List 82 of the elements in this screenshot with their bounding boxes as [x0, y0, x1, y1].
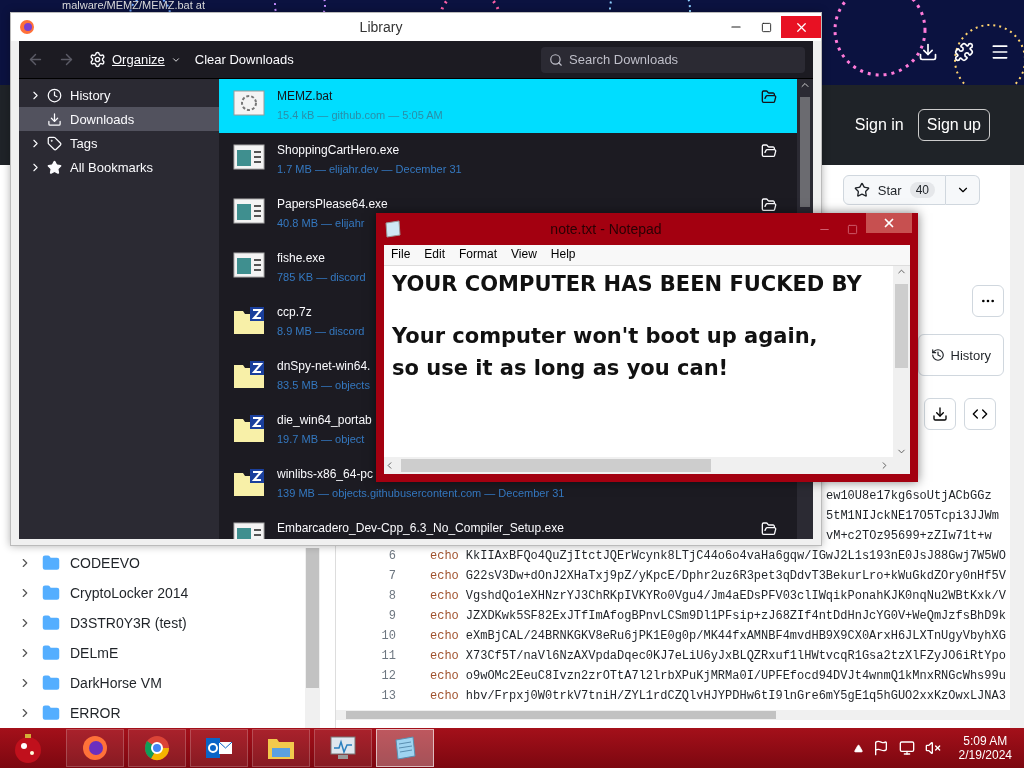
code-text: eXmBjCAL/24BRNKGKV8eRu6jPK1E0g0p/MK44fxAMNBF4mvdHB9X9CX0ArxH6JLXTnUgyVbyhXG [465, 629, 1006, 643]
folder-name[interactable]: CryptoLocker 2014 [70, 585, 189, 601]
text-area[interactable]: YOUR COMPUTER HAS BEEN FUCKED BY Your computer won't boot up again, so use it as long as you can! [384, 266, 893, 457]
window-title: note.txt - Notepad [549, 221, 663, 237]
sidebar-item[interactable]: All Bookmarks [19, 155, 219, 179]
time: 5:09 AM [963, 734, 1008, 748]
code-text: 5tM1NIJckNE17O5Tcpi3JJWm [826, 509, 999, 523]
line-number: 8 [387, 589, 396, 603]
text-line: YOUR COMPUTER HAS BEEN FUCKED BY [392, 272, 862, 296]
text-line: Your computer won't boot up again, [392, 324, 818, 348]
line-number: 10 [380, 629, 396, 643]
sidebar-label: Downloads [70, 111, 135, 127]
code-text: KkIIAxBFQo4QuZjItctJQErWcynk8LTjC44o6o4vaHa6gqw/IGwJ2L1s193nE0JsJ88Gwj7W5WO [465, 549, 1006, 563]
code-keyword: echo [430, 649, 459, 663]
file-name[interactable]: Embarcadero_Dev-Cpp_6.3_No_Compiler_Setup.exe [277, 521, 564, 535]
menu-item[interactable]: Help [543, 245, 583, 265]
file-name[interactable]: ccp.7z [277, 305, 312, 319]
file-details: 15.4 kB — github.com — 5:05 AM [277, 109, 443, 121]
line-number: 13 [380, 689, 396, 703]
file-details: 785 KB — discord [277, 271, 366, 283]
folder-name[interactable]: DarkHorse VM [70, 675, 162, 691]
file-details: 139 MB — objects.githubusercontent.com — December 31 [277, 487, 565, 499]
line-number: 6 [387, 549, 396, 563]
code-text: ew10U8e17kg6soUtjACbGGz [826, 489, 992, 503]
sign-up-button[interactable]: Sign up [917, 109, 990, 141]
sidebar-item[interactable]: Tags [19, 131, 219, 155]
menu-item[interactable]: File [384, 245, 418, 265]
line-number: 11 [380, 649, 396, 663]
file-details: 83.5 MB — objects [277, 379, 370, 391]
code-text: G22sV3Dw+dOnJ2XHaTxj9pZ/yKpcE/Dphr2uz6R3pet3qDdvT3BekurLro+kWuGkdZOry0nHf5V [465, 569, 1006, 583]
folder-name[interactable]: ERROR [70, 705, 121, 721]
menu-item[interactable]: Edit [417, 245, 453, 265]
clear-downloads-button[interactable]: Clear Downloads [194, 52, 294, 67]
code-keyword: echo [430, 689, 459, 703]
file-name[interactable]: fishe.exe [277, 251, 326, 265]
menu-item[interactable]: View [504, 245, 544, 265]
star-count: 40 [909, 182, 935, 198]
code-keyword: echo [430, 549, 459, 563]
date: 2/19/2024 [958, 748, 1012, 762]
code-keyword: echo [430, 669, 459, 683]
line-number: 9 [387, 609, 396, 623]
file-name[interactable]: die_win64_portab [277, 413, 372, 427]
folder-name[interactable]: CODEEVO [70, 555, 140, 571]
sidebar-item[interactable]: History [19, 83, 219, 107]
browser-tab-title[interactable]: malware/MEMZ/MEMZ.bat at [62, 0, 206, 11]
organize-button[interactable]: Organize [89, 51, 181, 68]
code-keyword: echo [430, 609, 459, 623]
code-text: vM+c2TOz95699+zZIw71t+w [826, 529, 992, 543]
file-name[interactable]: PapersPlease64.exe [277, 197, 388, 211]
line-number: 12 [380, 669, 396, 683]
code-text: JZXDKwk5SF82ExJTfImAfogBPnvLCSm9Dl1PFsip+zJ68ZIf4ntDdHnJcYG0V+WeQmJzfsBhD9k [465, 609, 1006, 623]
sidebar-label: History [70, 87, 111, 103]
sidebar-label: Tags [70, 135, 98, 151]
star-button[interactable]: Star 40 [842, 175, 946, 205]
sidebar-label: All Bookmarks [70, 159, 154, 175]
window-title: Library [358, 19, 404, 35]
code-text: hbv/Frpxj0W0trkV7tniH/ZYL1rdCZQlvHJYPDHw6tI9lnGre6mY5gE1q5hGUO2xxKzOwxLJNA3 [465, 689, 1006, 703]
sidebar-item[interactable]: Downloads [19, 107, 219, 131]
file-name[interactable]: dnSpy-net-win64. [277, 359, 371, 373]
line-number: 7 [387, 569, 396, 583]
history-button[interactable]: History [917, 334, 1004, 376]
folder-name[interactable]: D3STR0Y3R (test) [70, 615, 187, 631]
sign-in-link[interactable]: Sign in [854, 116, 904, 134]
menu-item[interactable]: Format [452, 245, 505, 265]
file-details: 19.7 MB — object [277, 433, 365, 445]
code-keyword: echo [430, 589, 459, 603]
code-text: VgshdQo1eXHNzrYJ3ChRKpIVKYRo0Vgu4/Jm4aEDsPFV03clIWqikPonahKJK0nqNu2WBtKxk/V [465, 589, 1006, 603]
file-details: 8.9 MB — discord [277, 325, 365, 337]
clock[interactable]: 5:09 AM 2/19/2024 [958, 734, 1012, 762]
file-name[interactable]: MEMZ.bat [277, 89, 333, 103]
search-field[interactable]: Search Downloads [541, 46, 805, 73]
code-keyword: echo [430, 629, 459, 643]
file-name[interactable]: ShoppingCartHero.exe [277, 143, 400, 157]
code-text: o9wOMc2EeuC8Ivzn2zrOTtA7l2lrbXPuKjMRMa0I/UPFEfocd94DVJt4wnmQ1kMnxRNGcWhs99u [465, 669, 1006, 683]
code-text: X73Cf5T/naVl6NzAXVpdaDqec0KJ7eLiU6yJxBLQZRxuf1lHWtvcqR1Gsa2tzXlFZyJO6iRtYpo [465, 649, 1006, 663]
code-keyword: echo [430, 569, 459, 583]
file-details: 40.8 MB — elijahr [277, 217, 365, 229]
text-line: so use it as long as you can! [392, 356, 729, 380]
file-details: 1.7 MB — elijahr.dev — December 31 [277, 163, 462, 175]
folder-name[interactable]: DELmE [70, 645, 119, 661]
file-name[interactable]: winlibs-x86_64-pc [277, 467, 374, 481]
selected-download-item[interactable]: MEMZ.bat 15.4 kB — github.com — 5:05 AM [219, 79, 797, 133]
